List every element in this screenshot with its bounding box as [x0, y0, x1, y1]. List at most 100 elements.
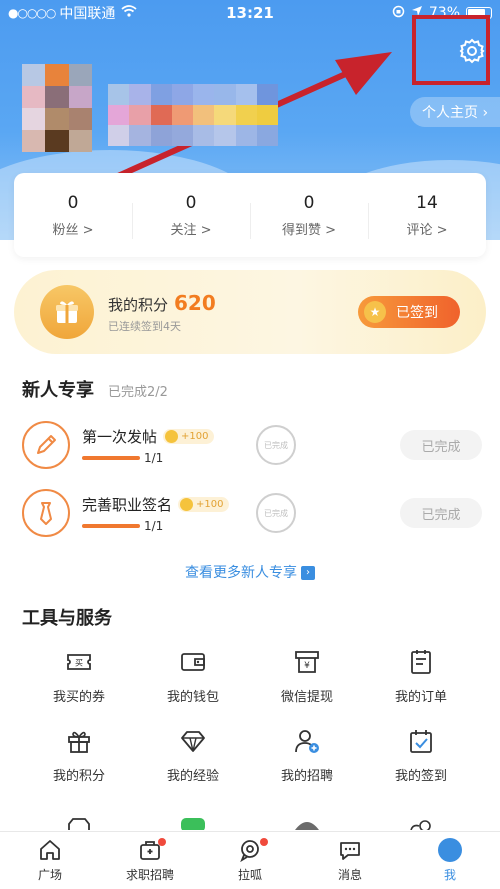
- tool-coupons[interactable]: 买 我买的券: [22, 648, 136, 705]
- stat-following[interactable]: 0 关注 >: [132, 192, 250, 239]
- stat-fans[interactable]: 0 粉丝 >: [14, 193, 132, 238]
- reward-badge: +100: [163, 428, 215, 444]
- necktie-icon: [22, 489, 70, 537]
- carrier-name: 中国联通: [59, 6, 116, 22]
- more-link-label: 查看更多新人专享: [185, 565, 297, 581]
- coin-icon: [165, 429, 179, 443]
- stat-value: 0: [185, 192, 197, 213]
- tool-label: 我的经验: [166, 769, 219, 784]
- newbie-section-header: 新人专享 已完成2/2: [22, 376, 168, 402]
- tool-checkin[interactable]: 我的签到: [364, 727, 478, 784]
- stat-label: 关注 >: [170, 222, 212, 238]
- section-title: 新人专享: [22, 380, 94, 401]
- tool-label: 我的订单: [394, 690, 447, 705]
- gift-box-icon: [40, 285, 94, 339]
- tool-wallet[interactable]: 我的钱包: [136, 648, 250, 705]
- task-name: 第一次发帖: [82, 427, 158, 446]
- task-progress-text: 1/1: [144, 518, 164, 533]
- tab-label: 消息: [337, 868, 362, 882]
- tab-label: 广场: [37, 868, 62, 882]
- tool-label: 我的招聘: [280, 769, 333, 784]
- checked-in-button[interactable]: ★ 已签到: [358, 296, 460, 328]
- tool-label: 我的签到: [394, 769, 447, 784]
- stat-value: 0: [67, 192, 79, 213]
- shop-icon[interactable]: [293, 816, 321, 830]
- avatar[interactable]: [22, 64, 92, 152]
- coin-icon: [180, 497, 194, 511]
- settings-gear-icon[interactable]: [459, 38, 485, 64]
- stat-label: 粉丝 >: [52, 222, 94, 238]
- points-card[interactable]: 我的积分 620 已连续签到4天 ★ 已签到: [14, 270, 486, 354]
- points-value: 620: [174, 290, 216, 315]
- tab-label: 求职招聘: [125, 868, 174, 882]
- stat-label: 得到赞 >: [281, 222, 337, 238]
- task-progress-bar: [82, 523, 140, 528]
- tool-points[interactable]: 我的积分: [22, 727, 136, 784]
- chat-circle-icon: [240, 840, 259, 862]
- message-icon: [340, 842, 360, 860]
- weather-icon[interactable]: [407, 816, 435, 830]
- tool-label: 我的钱包: [166, 690, 219, 705]
- diamond-icon: [181, 731, 205, 752]
- tab-messages[interactable]: 消息: [300, 832, 400, 889]
- tool-orders[interactable]: 我的订单: [364, 648, 478, 705]
- tab-chat[interactable]: 拉呱: [200, 832, 300, 889]
- svg-text:¥: ¥: [304, 661, 310, 671]
- notification-dot: [260, 838, 268, 846]
- personal-homepage-button[interactable]: 个人主页 ›: [410, 97, 500, 127]
- task-progress-text: 1/1: [144, 450, 164, 465]
- stat-comments[interactable]: 14 评论 >: [368, 192, 486, 239]
- order-icon: [411, 650, 431, 674]
- tab-me[interactable]: 我: [400, 832, 500, 889]
- tool-label: 我买的券: [52, 690, 105, 705]
- task-first-post: 第一次发帖 +100 1/1 已完成 已完成: [22, 420, 482, 470]
- stats-card: 0 粉丝 > 0 关注 > 0 得到赞 > 14 评论 >: [14, 173, 486, 257]
- task-status-button[interactable]: 已完成: [400, 430, 482, 460]
- checked-in-label: 已签到: [396, 305, 438, 321]
- points-label: 我的积分: [108, 295, 169, 314]
- stat-likes[interactable]: 0 得到赞 >: [250, 192, 368, 239]
- nickname-mosaic: [108, 84, 278, 146]
- gift-icon: [68, 731, 90, 753]
- completed-stamp-icon: 已完成: [256, 493, 296, 533]
- star-icon: ★: [364, 301, 386, 323]
- completed-stamp-icon: 已完成: [256, 425, 296, 465]
- wifi-icon: [121, 5, 137, 21]
- calendar-check-icon: [410, 730, 432, 753]
- tab-label: 拉呱: [237, 868, 262, 882]
- tools-row-partial: [22, 816, 478, 830]
- home-icon: [40, 840, 60, 860]
- checkin-streak-text: 已连续签到4天: [108, 319, 181, 333]
- tab-jobs[interactable]: 求职招聘: [100, 832, 200, 889]
- stat-label: 评论 >: [406, 222, 448, 238]
- stat-value: 14: [416, 192, 438, 213]
- section-progress: 已完成2/2: [108, 385, 168, 400]
- ticket-icon: 买: [67, 654, 91, 670]
- reward-badge: +100: [178, 496, 230, 512]
- task-progress-bar: [82, 455, 140, 460]
- bottom-tab-bar: 广场 求职招聘 拉呱 消息 我: [0, 831, 500, 889]
- task-status-button[interactable]: 已完成: [400, 498, 482, 528]
- signal-strength: ●○○○○: [8, 6, 56, 20]
- tools-section-title: 工具与服务: [22, 608, 112, 629]
- orientation-lock-icon: [392, 5, 405, 22]
- chevron-right-icon: ›: [301, 566, 315, 580]
- user-add-icon: [295, 730, 319, 753]
- more-newbie-link[interactable]: 查看更多新人专享 ›: [0, 562, 500, 582]
- green-app-icon[interactable]: [179, 816, 207, 830]
- tool-withdraw[interactable]: ¥ 微信提现: [250, 648, 364, 705]
- me-icon: [438, 838, 462, 862]
- notification-dot: [158, 838, 166, 846]
- tool-recruitment[interactable]: 我的招聘: [250, 727, 364, 784]
- wallet-icon: [181, 653, 205, 671]
- svg-text:买: 买: [75, 659, 83, 668]
- tab-label: 我: [443, 868, 456, 882]
- tab-plaza[interactable]: 广场: [0, 832, 100, 889]
- task-name: 完善职业签名: [82, 495, 173, 514]
- withdraw-icon: ¥: [295, 651, 319, 673]
- stat-value: 0: [303, 192, 315, 213]
- pencil-icon: [22, 421, 70, 469]
- tool-experience[interactable]: 我的经验: [136, 727, 250, 784]
- tool-label: 微信提现: [280, 690, 333, 705]
- car-icon[interactable]: [65, 816, 93, 830]
